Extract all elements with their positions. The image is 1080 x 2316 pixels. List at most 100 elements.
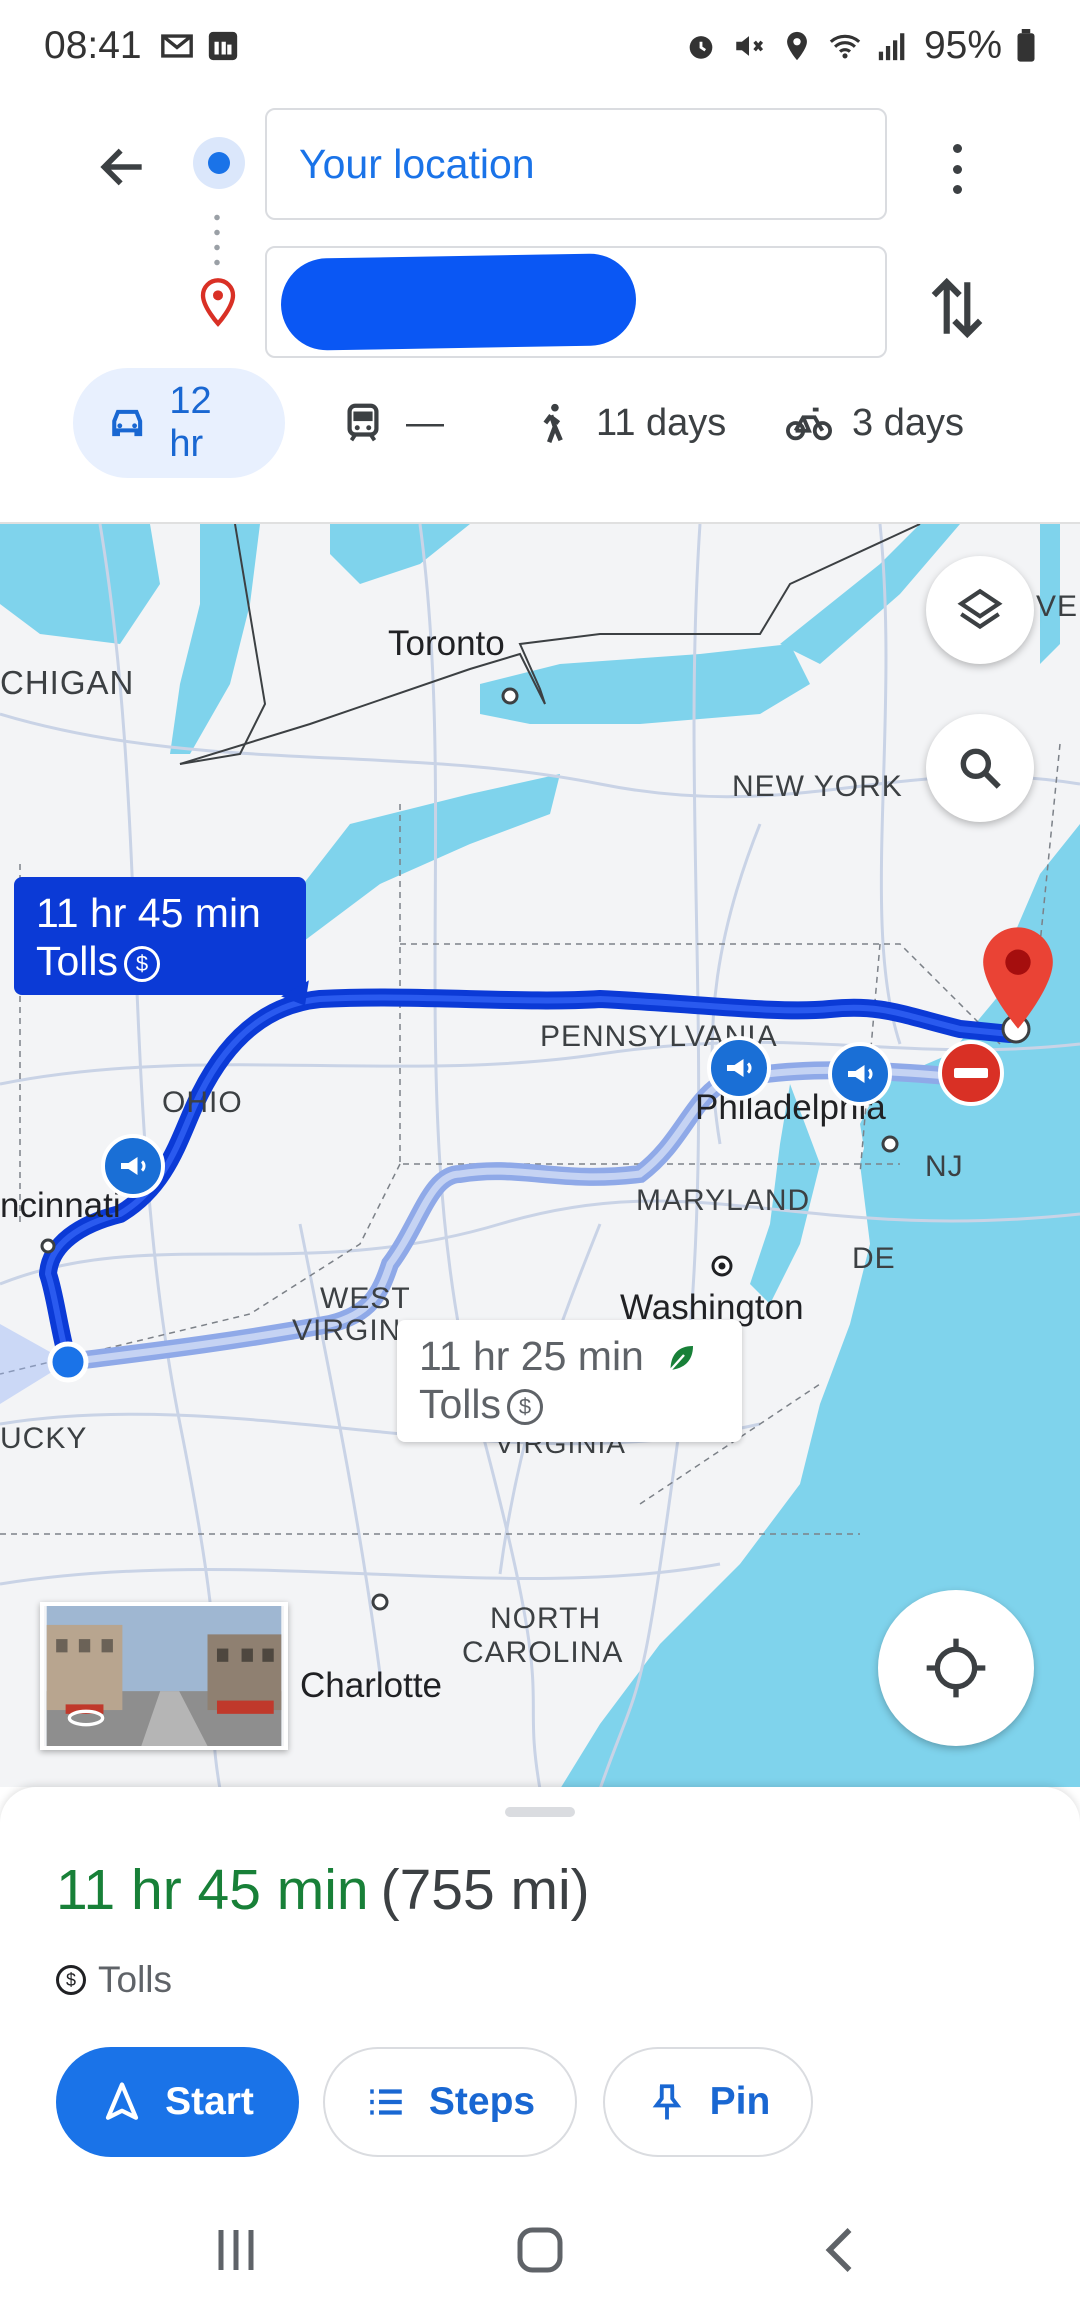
crosshair-icon: [926, 1638, 986, 1698]
navigation-arrow-icon: [105, 2082, 139, 2120]
destination-pin-icon: [200, 278, 236, 327]
back-nav-button[interactable]: [812, 2220, 872, 2280]
origin-value: Your location: [299, 140, 535, 187]
destination-marker-icon[interactable]: [980, 924, 1056, 1032]
search-along-route-button[interactable]: [926, 714, 1034, 822]
directions-header: Your location 12 hr — 11 days 3 days: [0, 92, 1080, 522]
route-summary: 11 hr 45 min (755 mi): [56, 1857, 590, 1923]
main-route-tolls: Tolls: [36, 938, 119, 984]
label-new-york: NEW YORK: [732, 770, 903, 803]
tab-transit[interactable]: —: [340, 368, 444, 478]
traffic-incident-icon[interactable]: [707, 1036, 771, 1100]
alt-route-duration: 11 hr 25 min: [419, 1333, 644, 1379]
search-icon: [960, 748, 1001, 789]
more-options-button[interactable]: [935, 134, 979, 204]
pin-button[interactable]: Pin: [603, 2047, 813, 2157]
car-icon: [112, 409, 143, 437]
destination-input[interactable]: [265, 246, 887, 358]
tolls-icon: $: [507, 1389, 544, 1426]
tolls-icon: $: [56, 1965, 86, 1995]
tolls-icon: $: [124, 946, 161, 983]
map-view[interactable]: CHIGAN Toronto NEW YORK PENNSYLVANIA OHI…: [0, 522, 1080, 1787]
label-nj: NJ: [925, 1150, 964, 1183]
tab-driving[interactable]: 12 hr: [73, 368, 285, 478]
lake-michigan: [170, 524, 260, 754]
route-distance: (755 mi): [380, 1858, 590, 1922]
tab-cycling-label: 3 days: [852, 401, 964, 444]
label-north-carolina-2: CAROLINA: [462, 1636, 624, 1669]
back-button[interactable]: [88, 132, 158, 202]
label-michigan: CHIGAN: [0, 664, 135, 701]
tab-driving-label: 12 hr: [169, 380, 212, 465]
label-north-carolina-1: NORTH: [490, 1602, 602, 1635]
sheet-drag-handle[interactable]: [505, 1807, 575, 1817]
street-view-thumbnail[interactable]: [40, 1602, 288, 1750]
label-vermont: VE: [1036, 590, 1079, 623]
mute-icon: [736, 36, 763, 56]
rotate-360-icon: [67, 1709, 105, 1727]
home-button[interactable]: [510, 2220, 570, 2280]
tab-walking-label: 11 days: [596, 401, 727, 444]
main-route-callout[interactable]: 11 hr 45 min Tolls $: [14, 877, 306, 995]
wifi-icon: [829, 34, 861, 59]
lake-erie: [280, 774, 560, 944]
battery-percent: 95%: [923, 24, 1002, 67]
steps-button[interactable]: Steps: [323, 2047, 577, 2157]
road-closure-icon[interactable]: [938, 1040, 1004, 1106]
walk-icon: [543, 403, 563, 443]
route-connector: [214, 210, 220, 270]
lake-huron: [0, 524, 160, 644]
label-ohio: OHIO: [162, 1086, 243, 1119]
bike-icon: [786, 407, 832, 441]
system-nav-bar: [0, 2180, 1080, 2316]
label-maryland: MARYLAND: [636, 1184, 811, 1217]
traffic-incident-icon[interactable]: [101, 1134, 165, 1198]
arrow-left-icon: [100, 148, 142, 186]
pin-label: Pin: [709, 2080, 771, 2123]
start-button[interactable]: Start: [56, 2047, 299, 2157]
tab-cycling[interactable]: 3 days: [786, 368, 964, 478]
travel-mode-tabs: 12 hr — 11 days 3 days: [0, 368, 1080, 478]
swap-directions-button[interactable]: [925, 272, 989, 344]
origin-input[interactable]: Your location: [265, 108, 887, 220]
label-de: DE: [852, 1242, 896, 1275]
my-location-button[interactable]: [878, 1590, 1034, 1746]
alt-route-callout[interactable]: 11 hr 25 min Tolls $: [397, 1320, 742, 1442]
status-bar: 08:41 95%: [0, 0, 1080, 92]
gmail-icon: [160, 34, 193, 58]
list-icon: [370, 2089, 402, 2115]
status-time: 08:41: [44, 24, 142, 67]
origin-marker: [47, 1341, 89, 1383]
recent-apps-button[interactable]: [206, 2220, 266, 2280]
route-duration: 11 hr 45 min: [56, 1858, 369, 1922]
label-kentucky: UCKY: [0, 1422, 88, 1455]
alt-route-tolls: Tolls: [419, 1381, 502, 1427]
location-icon: [787, 31, 807, 61]
traffic-incident-icon[interactable]: [828, 1042, 892, 1106]
layers-icon: [957, 588, 1003, 630]
train-icon: [347, 403, 379, 442]
label-west-virginia-2: VIRGIN: [292, 1314, 402, 1347]
tolls-info: $ Tolls: [56, 1959, 172, 2001]
lake-huron-east: [330, 524, 470, 584]
lake-ontario: [480, 644, 810, 724]
layers-button[interactable]: [926, 556, 1034, 664]
alarm-icon: [689, 36, 713, 59]
tab-walking[interactable]: 11 days: [530, 368, 726, 478]
label-west-virginia-1: WEST: [320, 1282, 411, 1315]
battery-icon: [1017, 29, 1035, 62]
start-label: Start: [165, 2080, 254, 2123]
linkedin-icon: [208, 31, 237, 61]
label-toronto: Toronto: [388, 624, 505, 663]
pin-icon: [652, 2084, 682, 2120]
tolls-label: Tolls: [98, 1959, 173, 2000]
eco-leaf-icon: [669, 1346, 694, 1371]
label-charlotte: Charlotte: [300, 1666, 443, 1705]
signal-icon: [878, 33, 905, 61]
tab-transit-label: —: [406, 401, 444, 444]
main-route-duration: 11 hr 45 min: [36, 890, 261, 936]
steps-label: Steps: [428, 2080, 536, 2123]
origin-dot-icon: [193, 137, 245, 189]
redacted-destination: [280, 252, 637, 352]
label-cincinnati: ncinnati: [0, 1186, 121, 1225]
